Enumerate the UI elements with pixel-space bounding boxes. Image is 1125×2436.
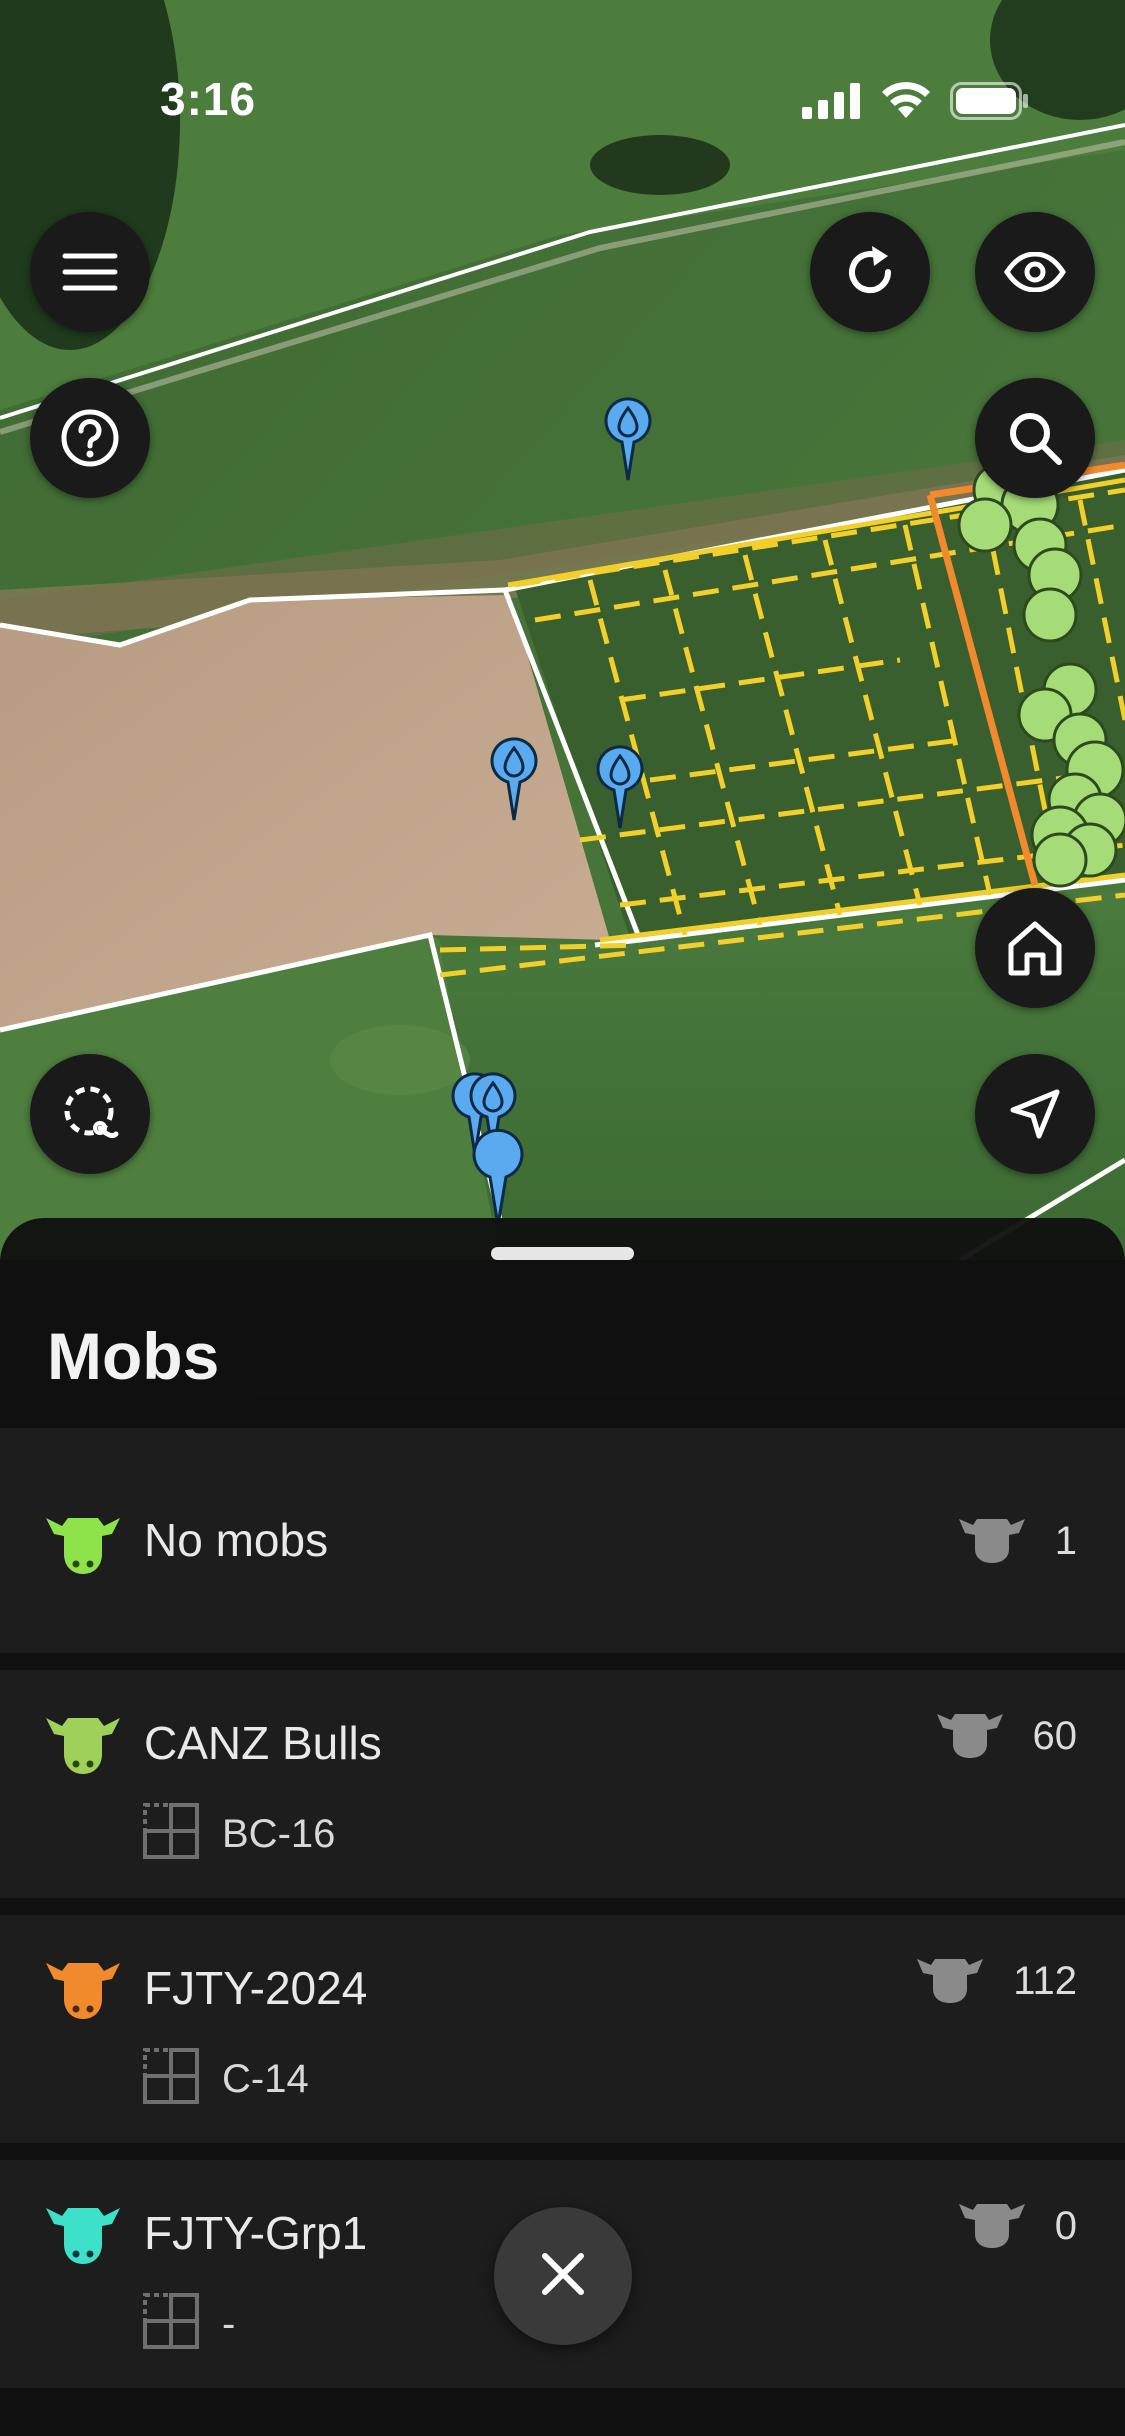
paddock-icon <box>142 1802 200 1865</box>
status-icons <box>802 82 1030 125</box>
mob-name: No mobs <box>144 1514 329 1566</box>
paddock-icon <box>142 2292 200 2355</box>
search-icon <box>1007 410 1063 466</box>
satellite-map[interactable] <box>0 0 1125 1260</box>
refresh-icon <box>842 244 898 300</box>
battery-icon <box>950 82 1030 125</box>
lasso-select-button[interactable] <box>30 1054 150 1174</box>
eye-icon <box>1004 252 1066 292</box>
wifi-icon <box>880 82 932 125</box>
mob-count: 0 <box>957 2198 1077 2255</box>
status-time: 3:16 <box>160 73 257 125</box>
search-button[interactable] <box>975 378 1095 498</box>
mob-paddock: BC-16 <box>222 1812 336 1856</box>
menu-button[interactable] <box>30 212 150 332</box>
visibility-button[interactable] <box>975 212 1095 332</box>
close-icon <box>539 2250 587 2303</box>
cow-head-icon <box>44 2198 122 2271</box>
sheet-drag-handle[interactable] <box>491 1247 634 1260</box>
mob-list-item[interactable]: CANZ Bulls 60 BC-16 <box>0 1670 1125 1898</box>
close-sheet-button[interactable] <box>494 2207 632 2345</box>
paddock-icon <box>142 2047 200 2110</box>
mob-list-item[interactable]: No mobs 1 <box>0 1428 1125 1653</box>
home-button[interactable] <box>975 888 1095 1008</box>
mob-name: CANZ Bulls <box>144 1717 382 1769</box>
mob-paddock: - <box>222 2302 236 2346</box>
cow-head-icon <box>44 1708 122 1781</box>
home-icon <box>1005 919 1065 977</box>
mob-name: FJTY-2024 <box>144 1962 368 2014</box>
mob-list-item[interactable]: FJTY-2024 112 C-14 <box>0 1915 1125 2143</box>
mob-name: FJTY-Grp1 <box>144 2207 368 2259</box>
status-bar: 3:16 <box>0 0 1125 130</box>
cow-count-icon <box>935 1708 1005 1765</box>
cellular-signal-icon <box>802 83 862 124</box>
lasso-select-icon <box>60 1084 120 1144</box>
cow-count-icon <box>957 2198 1027 2255</box>
help-button[interactable] <box>30 378 150 498</box>
map-view[interactable] <box>0 0 1125 1260</box>
mob-paddock: C-14 <box>222 2057 309 2101</box>
navigation-arrow-icon <box>1007 1086 1063 1142</box>
sheet-title: Mobs <box>47 1319 220 1393</box>
mob-count: 60 <box>935 1708 1077 1765</box>
cow-count-icon <box>915 1953 985 2010</box>
menu-icon <box>62 252 118 292</box>
cow-head-icon <box>44 1508 122 1581</box>
cow-count-icon <box>957 1513 1027 1570</box>
refresh-button[interactable] <box>810 212 930 332</box>
navigate-button[interactable] <box>975 1054 1095 1174</box>
cow-head-icon <box>44 1953 122 2026</box>
mob-count: 112 <box>915 1953 1077 2010</box>
mob-count: 1 <box>957 1513 1077 1570</box>
help-icon <box>60 408 120 468</box>
